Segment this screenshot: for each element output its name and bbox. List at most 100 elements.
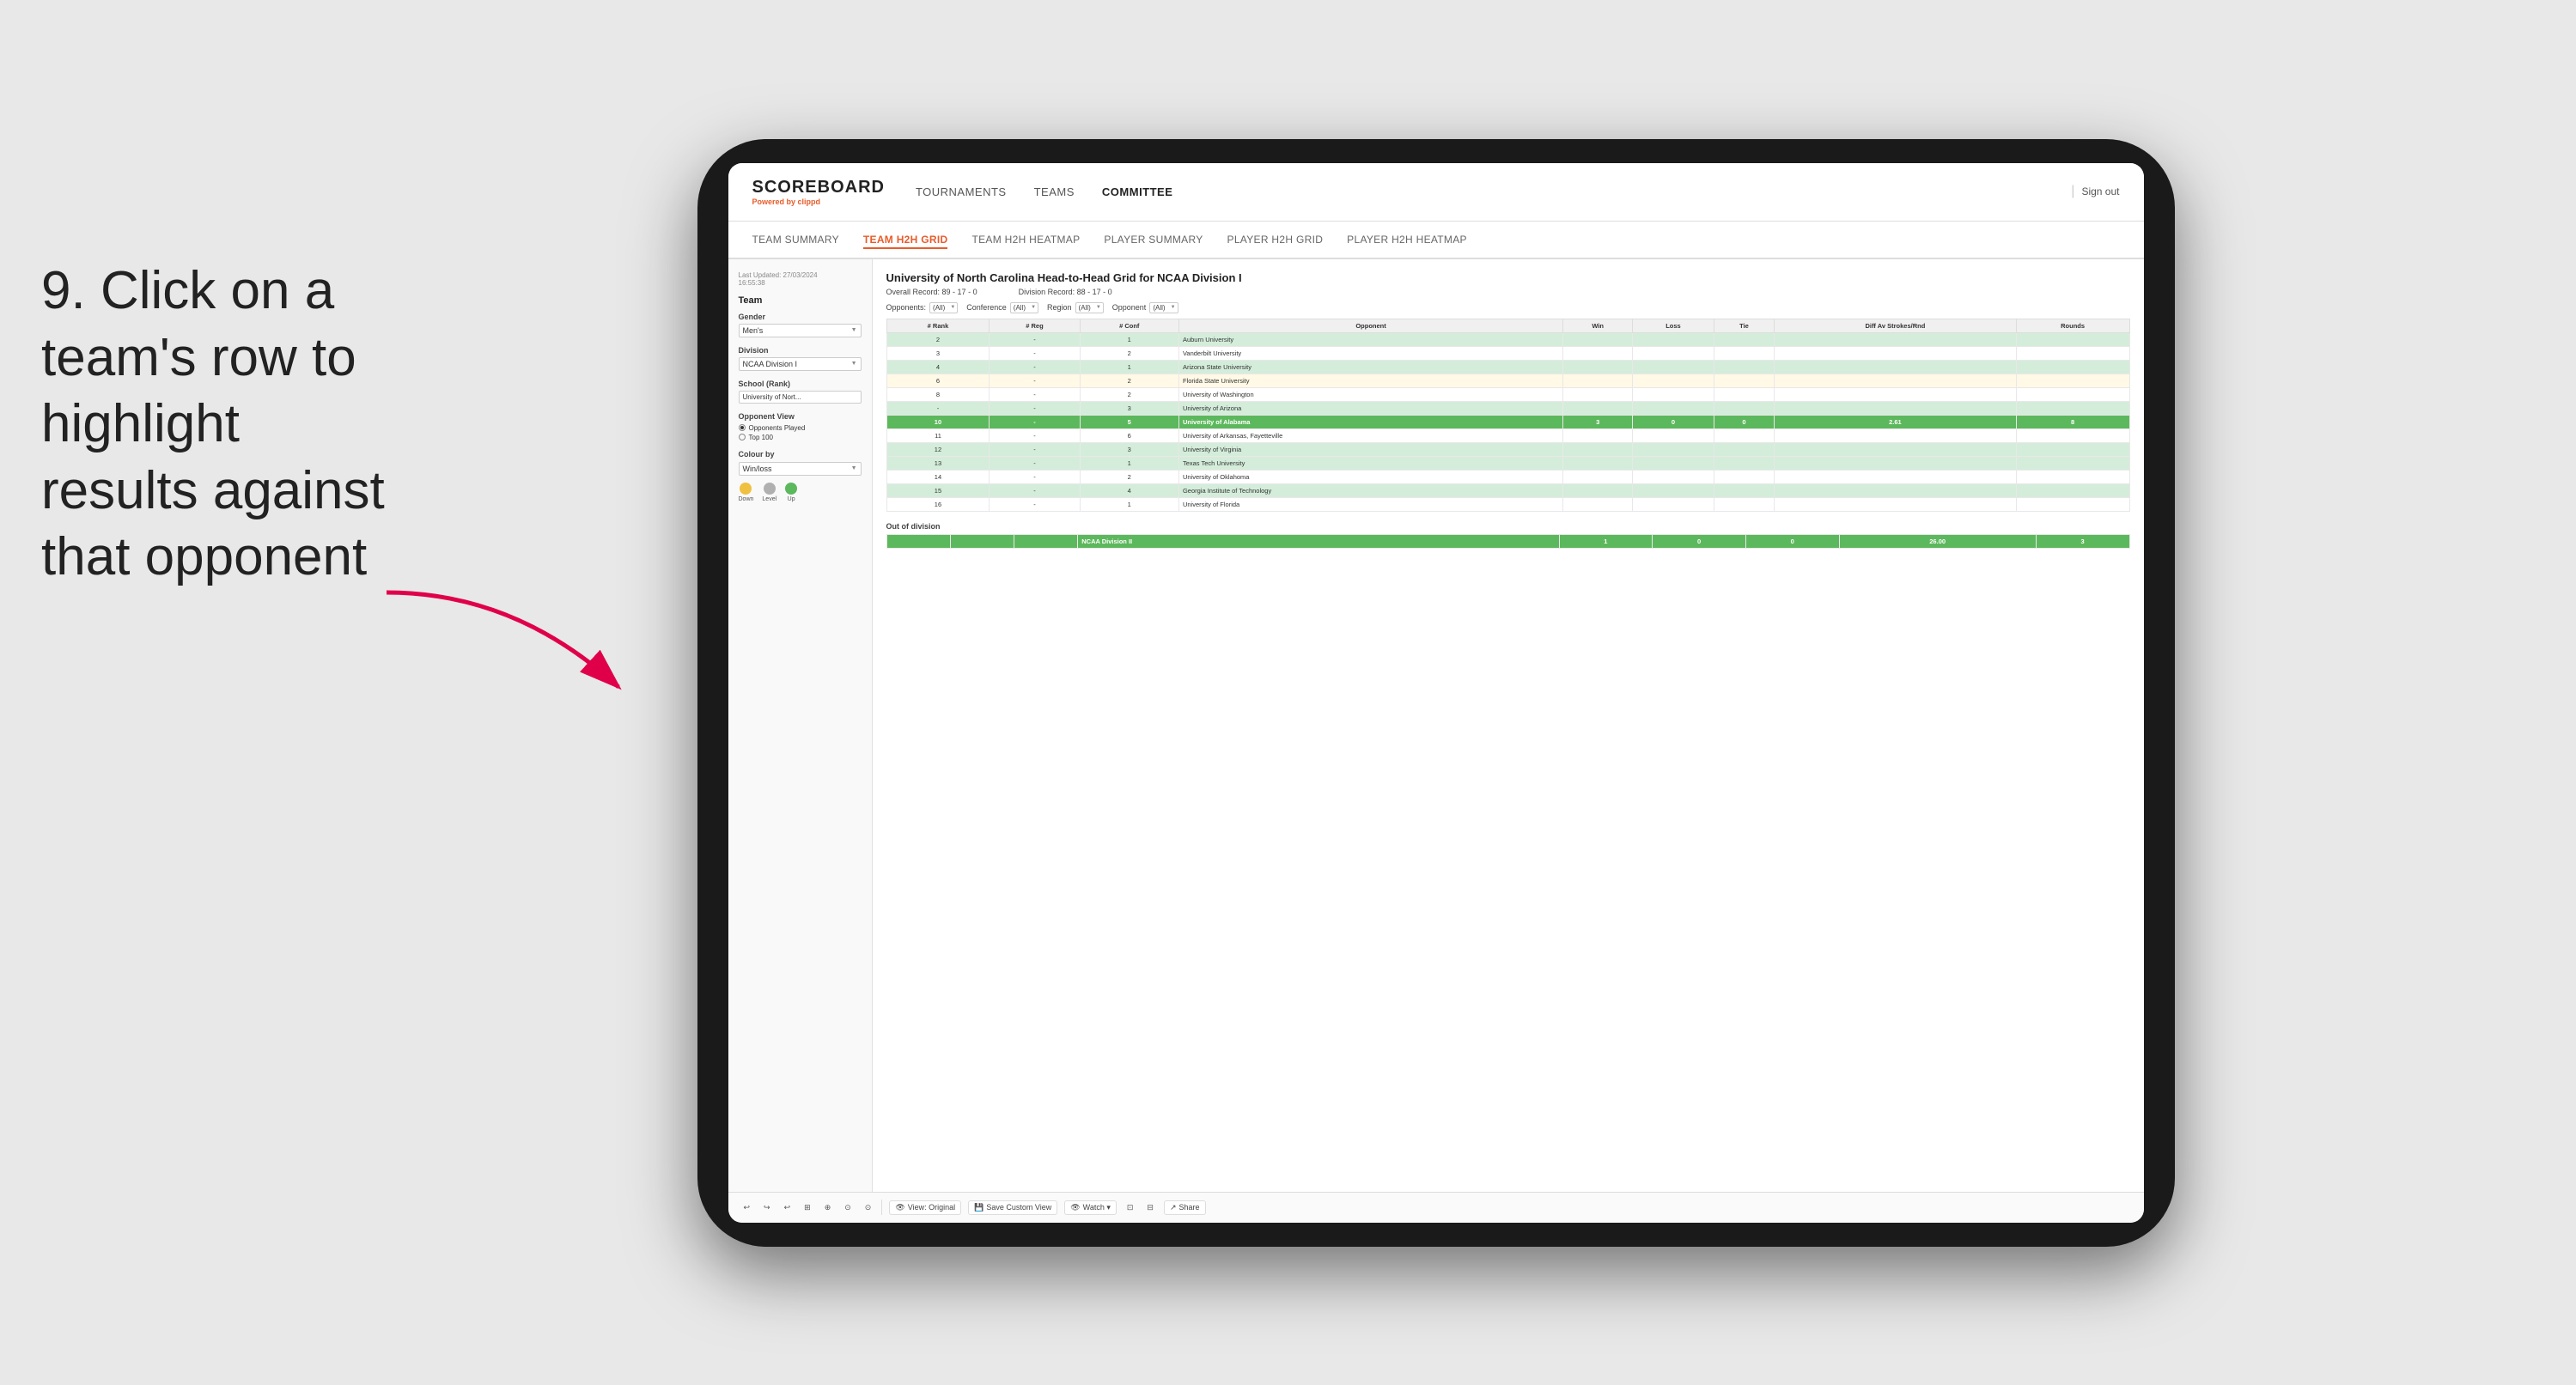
cell-diff [1775,360,2017,374]
opponent-filter-select[interactable]: (All) [1149,302,1178,313]
cell-loss: 0 [1633,415,1714,428]
cell-loss [1633,442,1714,456]
toolbar-redo[interactable]: ↪ [760,1201,774,1214]
conference-select[interactable]: (All) [1010,302,1038,313]
school-label: School (Rank) [739,380,862,388]
cell-tie [1714,374,1774,387]
toolbar-plus[interactable]: ⊕ [821,1201,835,1214]
sub-nav-player-h2h-grid[interactable]: PLAYER H2H GRID [1227,230,1324,249]
sub-nav-team-h2h-grid[interactable]: TEAM H2H GRID [863,230,948,249]
share-label: Share [1179,1203,1200,1212]
table-row[interactable]: 3-2Vanderbilt University [886,346,2129,360]
top-nav: SCOREBOARD Powered by clippd TOURNAMENTS… [728,163,2144,222]
cell-opponent: Florida State University [1178,374,1562,387]
cell-conf: 3 [1080,442,1178,456]
cell-reg: - [990,442,1080,456]
logo-scoreboard: SCOREBOARD [752,178,885,197]
cell-rank: 8 [886,387,990,401]
cell-win: 3 [1563,415,1633,428]
division-select[interactable]: NCAA Division I [739,357,862,371]
col-reg: # Reg [990,319,1080,332]
out-of-division: Out of division NCAA Division II 1 0 [886,522,2130,549]
legend-down: Down [739,483,754,502]
region-select[interactable]: (All) [1075,302,1104,313]
cell-tie [1714,497,1774,511]
out-of-division-row[interactable]: NCAA Division II 1 0 0 26.00 3 [886,534,2129,548]
arrow-icon [378,584,653,721]
toolbar-extra1[interactable]: ⊡ [1124,1201,1137,1214]
cell-reg: - [990,456,1080,470]
sub-nav-player-h2h-heatmap[interactable]: PLAYER H2H HEATMAP [1347,230,1467,249]
cell-loss [1633,332,1714,346]
cell-diff [1775,470,2017,483]
cell-opponent: Arizona State University [1178,360,1562,374]
cell-rounds [2016,346,2129,360]
cell-rounds [2016,456,2129,470]
cell-rank: 3 [886,346,990,360]
table-row[interactable]: 10-5University of Alabama3002.618 [886,415,2129,428]
legend-dot-down [740,483,752,495]
toolbar-undo[interactable]: ↩ [740,1201,754,1214]
sub-nav-team-summary[interactable]: TEAM SUMMARY [752,230,839,249]
toolbar-extra2[interactable]: ⊟ [1143,1201,1157,1214]
table-row[interactable]: 2-1Auburn University [886,332,2129,346]
gender-select[interactable]: Men's [739,324,862,337]
cell-tie [1714,401,1774,415]
ood-loss: 0 [1653,534,1746,548]
table-row[interactable]: 4-1Arizona State University [886,360,2129,374]
region-filter: Region (All) [1047,303,1104,312]
toolbar-grid[interactable]: ⊞ [801,1201,814,1214]
cell-loss [1633,456,1714,470]
opponent-view-label: Opponent View [739,412,862,421]
table-row[interactable]: 14-2University of Oklahoma [886,470,2129,483]
team-label: Team [739,295,862,306]
cell-conf: 1 [1080,456,1178,470]
toolbar-view[interactable]: 👁 View: Original [889,1200,961,1215]
radio-opponents-played[interactable]: Opponents Played [739,424,862,432]
cell-opponent: Vanderbilt University [1178,346,1562,360]
sign-out[interactable]: Sign out [2081,185,2119,197]
table-row[interactable]: 6-2Florida State University [886,374,2129,387]
table-row[interactable]: 13-1Texas Tech University [886,456,2129,470]
table-row[interactable]: 15-4Georgia Institute of Technology [886,483,2129,497]
save-label: Save Custom View [986,1203,1051,1212]
toolbar-save-custom[interactable]: 💾 Save Custom View [968,1200,1057,1215]
cell-tie [1714,332,1774,346]
cell-reg: - [990,360,1080,374]
table-row[interactable]: 8-2University of Washington [886,387,2129,401]
col-diff: Diff Av Strokes/Rnd [1775,319,2017,332]
nav-teams[interactable]: TEAMS [1034,182,1075,202]
toolbar-back[interactable]: ↩ [781,1201,795,1214]
sub-nav-player-summary[interactable]: PLAYER SUMMARY [1104,230,1203,249]
table-row[interactable]: 16-1University of Florida [886,497,2129,511]
table-header-row: # Rank # Reg # Conf Opponent Win Loss Ti… [886,319,2129,332]
toolbar-watch[interactable]: 👁 Watch ▾ [1064,1200,1117,1215]
radio-top100[interactable]: Top 100 [739,434,862,441]
tablet-screen: SCOREBOARD Powered by clippd TOURNAMENTS… [728,163,2144,1223]
cell-opponent: University of Arkansas, Fayetteville [1178,428,1562,442]
opponents-select[interactable]: (All) [929,302,958,313]
cell-win [1563,483,1633,497]
cell-diff [1775,346,2017,360]
nav-tournaments[interactable]: TOURNAMENTS [916,182,1007,202]
cell-loss [1633,387,1714,401]
table-row[interactable]: 11-6University of Arkansas, Fayetteville [886,428,2129,442]
nav-committee[interactable]: COMMITTEE [1102,182,1173,202]
school-value[interactable]: University of Nort... [739,391,862,404]
opponent-view-section: Opponent View Opponents Played Top 100 [739,412,862,441]
cell-conf: 1 [1080,497,1178,511]
toolbar-clock[interactable]: ⊙ [862,1201,875,1214]
cell-opponent: University of Virginia [1178,442,1562,456]
legend-dot-up [785,483,797,495]
cell-tie [1714,428,1774,442]
colour-by-select[interactable]: Win/loss [739,462,862,476]
bottom-toolbar: ↩ ↪ ↩ ⊞ ⊕ ⊙ ⊙ 👁 View: Original 💾 Save Cu… [728,1192,2144,1223]
toolbar-share[interactable]: ↗ Share [1164,1200,1206,1215]
table-row[interactable]: --3University of Arizona [886,401,2129,415]
cell-diff [1775,456,2017,470]
toolbar-circle[interactable]: ⊙ [841,1201,855,1214]
data-table: # Rank # Reg # Conf Opponent Win Loss Ti… [886,319,2130,512]
watch-icon: 👁 [1070,1203,1080,1212]
sub-nav-team-h2h-heatmap[interactable]: TEAM H2H HEATMAP [971,230,1080,249]
table-row[interactable]: 12-3University of Virginia [886,442,2129,456]
